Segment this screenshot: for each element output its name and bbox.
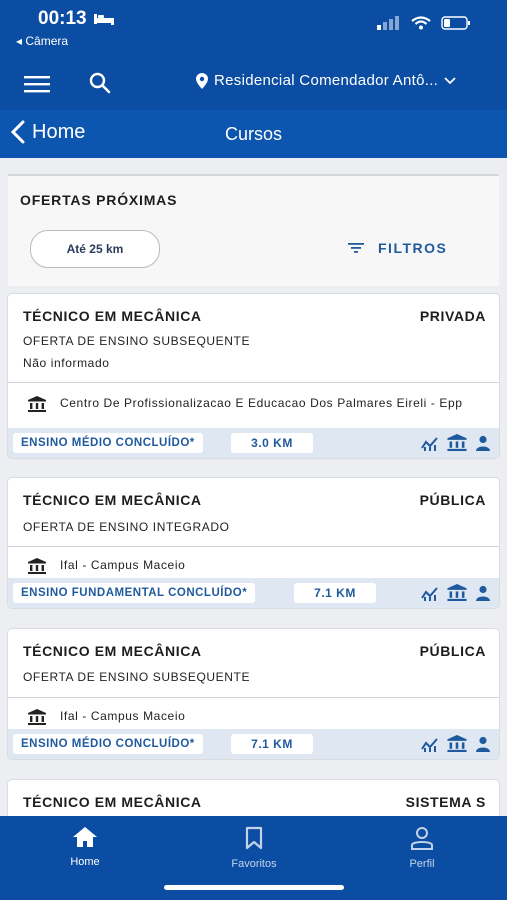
offer-type: OFERTA DE ENSINO INTEGRADO [23, 520, 230, 534]
location-selector[interactable]: Residencial Comendador Antô... [196, 72, 456, 89]
tab-profile[interactable]: Perfil [372, 826, 472, 870]
chart-icon [421, 436, 438, 451]
institution-name: Centro De Profissionalizacao E Educacao … [60, 396, 463, 410]
person-icon [476, 585, 490, 601]
tab-label: Home [70, 856, 100, 868]
institution-type: PÚBLICA [419, 643, 486, 659]
modality-icons [421, 434, 491, 451]
tab-label: Perfil [409, 858, 435, 870]
tab-label: Favoritos [231, 858, 277, 870]
institution-name: Ifal - Campus Maceio [60, 709, 186, 723]
institution-row: Centro De Profissionalizacao E Educacao … [28, 396, 470, 412]
course-name: TÉCNICO EM MECÂNICA [23, 492, 202, 508]
modality-icons [421, 735, 491, 752]
course-name: TÉCNICO EM MECÂNICA [23, 308, 202, 324]
home-indicator[interactable] [164, 885, 344, 890]
institution-type: PÚBLICA [419, 492, 486, 508]
tab-favorites[interactable]: Favoritos [204, 826, 304, 870]
page-title: Cursos [224, 124, 282, 144]
back-to-app-link[interactable]: ◂ Câmera [16, 34, 68, 48]
system-icons [377, 16, 471, 30]
divider [8, 382, 499, 383]
divider [8, 697, 499, 698]
menu-button[interactable] [22, 71, 52, 97]
bed-icon [93, 14, 114, 25]
requirement-badge: ENSINO FUNDAMENTAL CONCLUÍDO* [13, 583, 256, 603]
status-time: 00:13 [38, 8, 87, 29]
institution-icon [28, 396, 46, 412]
wifi-icon [411, 16, 431, 30]
course-card[interactable]: TÉCNICO EM MECÂNICA PÚBLICA OFERTA DE EN… [8, 629, 499, 759]
shift-info: Não informado [23, 356, 110, 370]
institution-icon [28, 709, 46, 725]
person-icon [476, 435, 490, 451]
divider [8, 546, 499, 547]
offer-type: OFERTA DE ENSINO SUBSEQUENTE [23, 670, 251, 684]
institution-row: Ifal - Campus Maceio [28, 558, 185, 574]
card-footer: ENSINO MÉDIO CONCLUÍDO* 3.0 KM [8, 428, 499, 458]
filter-panel: OFERTAS PRÓXIMAS Até 25 km FILTROS [8, 174, 499, 286]
navigation-bar: Home Cursos [0, 110, 507, 158]
institution-icon [447, 735, 467, 752]
distance-filter-chip[interactable]: Até 25 km [30, 230, 160, 268]
profile-icon [411, 827, 433, 850]
distance-badge: 7.1 KM [231, 734, 313, 754]
filter-icon [348, 243, 364, 253]
person-icon [476, 736, 490, 752]
distance-badge: 3.0 KM [231, 433, 313, 453]
chart-icon [421, 586, 438, 601]
search-button[interactable] [86, 69, 114, 97]
requirement-badge: ENSINO MÉDIO CONCLUÍDO* [13, 433, 203, 453]
tab-home[interactable]: Home [35, 826, 135, 868]
modality-icons [421, 584, 491, 601]
app-header: Residencial Comendador Antô... [0, 58, 507, 110]
offer-type: OFERTA DE ENSINO SUBSEQUENTE [23, 334, 251, 348]
status-bar: 00:13 ◂ Câmera [0, 0, 507, 58]
filters-label: FILTROS [378, 240, 448, 256]
signal-icon [377, 16, 399, 30]
requirement-badge: ENSINO MÉDIO CONCLUÍDO* [13, 734, 203, 754]
distance-badge: 7.1 KM [294, 583, 376, 603]
battery-icon [441, 16, 470, 30]
clock: 00:13 [38, 8, 115, 30]
institution-row: Ifal - Campus Maceio [28, 709, 185, 725]
card-footer: ENSINO MÉDIO CONCLUÍDO* 7.1 KM [8, 729, 499, 759]
course-card[interactable]: TÉCNICO EM MECÂNICA SISTEMA S [8, 780, 499, 816]
section-title: OFERTAS PRÓXIMAS [20, 192, 178, 208]
institution-type: PRIVADA [419, 308, 486, 324]
location-label: Residencial Comendador Antô... [214, 72, 439, 89]
course-name: TÉCNICO EM MECÂNICA [23, 794, 202, 810]
course-card[interactable]: TÉCNICO EM MECÂNICA PRIVADA OFERTA DE EN… [8, 294, 499, 458]
chart-icon [421, 737, 438, 752]
institution-name: Ifal - Campus Maceio [60, 558, 186, 572]
institution-icon [447, 584, 467, 601]
chevron-down-icon [444, 76, 456, 84]
course-name: TÉCNICO EM MECÂNICA [23, 643, 202, 659]
hamburger-icon [24, 76, 50, 93]
card-footer: ENSINO FUNDAMENTAL CONCLUÍDO* 7.1 KM [8, 578, 499, 608]
institution-type: SISTEMA S [405, 794, 486, 810]
course-card[interactable]: TÉCNICO EM MECÂNICA PÚBLICA OFERTA DE EN… [8, 478, 499, 608]
course-list[interactable]: OFERTAS PRÓXIMAS Até 25 km FILTROS TÉCNI… [0, 158, 507, 816]
bookmark-icon [245, 826, 263, 850]
home-icon [73, 827, 97, 847]
institution-icon [447, 434, 467, 451]
search-icon [89, 72, 111, 94]
location-pin-icon [196, 72, 208, 89]
institution-icon [28, 558, 46, 574]
filters-button[interactable]: FILTROS [348, 240, 447, 256]
